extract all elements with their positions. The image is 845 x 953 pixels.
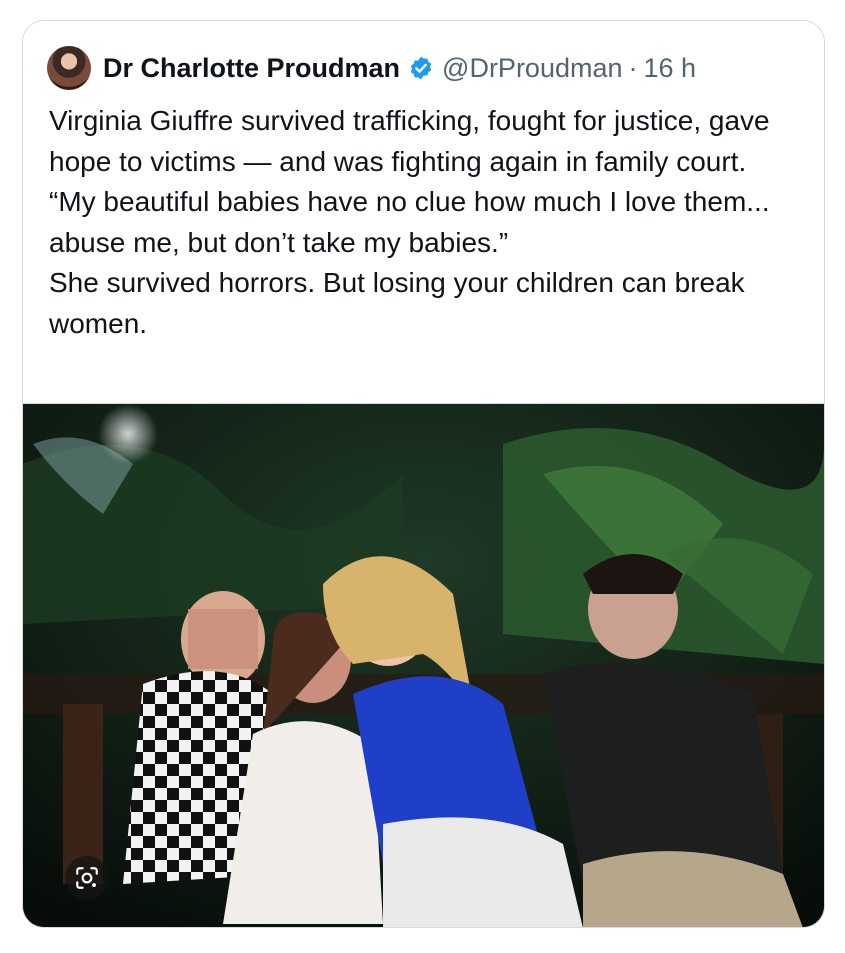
author-avatar[interactable] xyxy=(47,46,91,90)
tweet-text-paragraph: “My beautiful babies have no clue how mu… xyxy=(49,186,770,258)
verified-badge-icon xyxy=(408,55,434,81)
tweet-photo[interactable] xyxy=(23,403,824,927)
separator-dot: · xyxy=(628,52,638,83)
tweet-card[interactable]: Dr Charlotte Proudman @DrProudman · 16 h… xyxy=(22,20,825,928)
tweet-timestamp[interactable]: 16 h xyxy=(644,53,697,84)
author-name[interactable]: Dr Charlotte Proudman xyxy=(103,53,400,84)
tweet-text-paragraph: Virginia Giuffre survived trafficking, f… xyxy=(49,105,770,177)
tweet-text: Virginia Giuffre survived trafficking, f… xyxy=(49,101,809,344)
google-lens-icon[interactable] xyxy=(65,856,109,900)
author-handle[interactable]: @DrProudman xyxy=(442,53,622,84)
tweet-header: Dr Charlotte Proudman @DrProudman · 16 h xyxy=(47,45,696,91)
tweet-text-paragraph: She survived horrors. But losing your ch… xyxy=(49,267,745,339)
